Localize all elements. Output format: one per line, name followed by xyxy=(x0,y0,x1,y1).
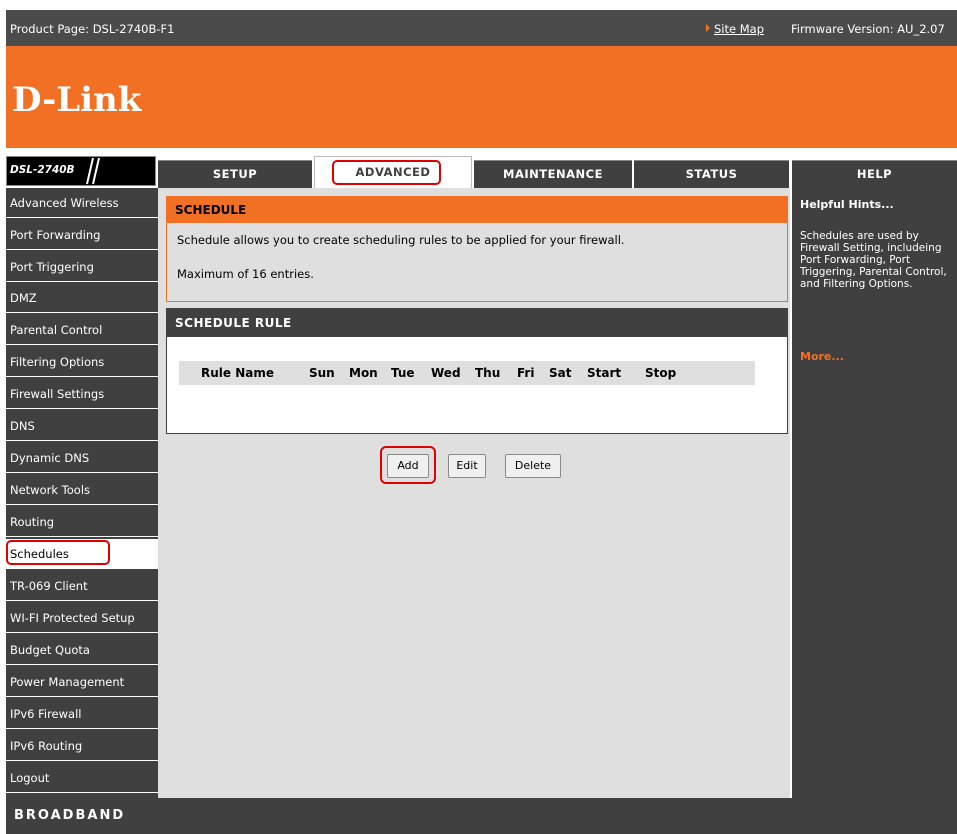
column-header-fri: Fri xyxy=(517,366,535,380)
sidebar-item-port-forwarding[interactable]: Port Forwarding xyxy=(6,220,158,250)
highlight-add-button xyxy=(380,446,436,484)
sidebar-item-ipv6-routing[interactable]: IPv6 Routing xyxy=(6,731,158,761)
schedule-section: SCHEDULE Schedule allows you to create s… xyxy=(166,196,788,302)
model-label: DSL-2740B xyxy=(10,164,75,176)
slash-decoration-icon xyxy=(86,157,100,185)
delete-button[interactable]: Delete xyxy=(505,454,561,478)
tab-status[interactable]: STATUS xyxy=(634,160,789,188)
column-header-stop: Stop xyxy=(645,366,677,380)
top-info-bar: Product Page: DSL-2740B-F1 Site Map Firm… xyxy=(0,0,957,48)
product-page-label: Product Page: DSL-2740B-F1 xyxy=(10,22,175,36)
sidebar-item-firewall-settings[interactable]: Firewall Settings xyxy=(6,379,158,409)
sidebar-item-network-tools[interactable]: Network Tools xyxy=(6,475,158,505)
schedule-max-entries: Maximum of 16 entries. xyxy=(177,267,314,281)
help-panel: Helpful Hints... Schedules are used by F… xyxy=(792,188,957,798)
schedule-rule-title: SCHEDULE RULE xyxy=(167,309,787,337)
schedule-rule-section: SCHEDULE RULE Rule Name Sun Mon Tue Wed … xyxy=(166,308,788,434)
column-header-start: Start xyxy=(587,366,622,380)
sidebar-item-budget-quota[interactable]: Budget Quota xyxy=(6,635,158,665)
tab-setup[interactable]: SETUP xyxy=(158,160,312,188)
sidebar: Advanced Wireless Port Forwarding Port T… xyxy=(6,188,158,798)
sidebar-item-routing[interactable]: Routing xyxy=(6,507,158,537)
sidebar-item-advanced-wireless[interactable]: Advanced Wireless xyxy=(6,188,158,218)
highlight-schedules-item xyxy=(6,540,110,565)
sidebar-item-ipv6-firewall[interactable]: IPv6 Firewall xyxy=(6,699,158,729)
help-more-link[interactable]: More... xyxy=(800,350,844,363)
dlink-logo: D-Link xyxy=(12,80,142,120)
brand-banner: D-Link xyxy=(6,46,957,148)
arrow-right-icon xyxy=(706,24,710,32)
model-badge: DSL-2740B xyxy=(6,156,156,186)
top-info-strip: Product Page: DSL-2740B-F1 Site Map Firm… xyxy=(6,10,957,46)
column-header-sun: Sun xyxy=(309,366,335,380)
sidebar-item-dns[interactable]: DNS xyxy=(6,411,158,441)
schedule-rule-table-header: Rule Name Sun Mon Tue Wed Thu Fri Sat St… xyxy=(179,361,755,385)
column-header-sat: Sat xyxy=(549,366,572,380)
column-header-mon: Mon xyxy=(349,366,378,380)
tab-help[interactable]: HELP xyxy=(792,160,957,188)
column-header-wed: Wed xyxy=(431,366,461,380)
sidebar-item-filtering-options[interactable]: Filtering Options xyxy=(6,347,158,377)
help-text: Schedules are used by Firewall Setting, … xyxy=(800,230,947,290)
column-header-rule-name: Rule Name xyxy=(201,366,274,380)
main-content: SCHEDULE Schedule allows you to create s… xyxy=(158,188,790,798)
sidebar-item-parental-control[interactable]: Parental Control xyxy=(6,315,158,345)
sidebar-item-dmz[interactable]: DMZ xyxy=(6,283,158,313)
footer-broadband-label: BROADBAND xyxy=(14,808,126,823)
sidebar-item-logout[interactable]: Logout xyxy=(6,763,158,793)
highlight-advanced-tab xyxy=(332,160,441,185)
edit-button[interactable]: Edit xyxy=(448,454,486,478)
column-header-tue: Tue xyxy=(391,366,415,380)
tab-maintenance[interactable]: MAINTENANCE xyxy=(474,160,632,188)
site-map-link[interactable]: Site Map xyxy=(714,22,764,36)
sidebar-item-power-management[interactable]: Power Management xyxy=(6,667,158,697)
sidebar-item-wifi-protected-setup[interactable]: WI-FI Protected Setup xyxy=(6,603,158,633)
help-title: Helpful Hints... xyxy=(800,198,894,211)
sidebar-item-port-triggering[interactable]: Port Triggering xyxy=(6,252,158,282)
sidebar-item-tr069-client[interactable]: TR-069 Client xyxy=(6,571,158,601)
footer: BROADBAND xyxy=(6,798,957,834)
firmware-version-label: Firmware Version: AU_2.07 xyxy=(791,22,945,36)
sidebar-item-dynamic-dns[interactable]: Dynamic DNS xyxy=(6,443,158,473)
schedule-description: Schedule allows you to create scheduling… xyxy=(177,233,625,247)
schedule-section-title: SCHEDULE xyxy=(167,197,787,223)
column-header-thu: Thu xyxy=(475,366,501,380)
